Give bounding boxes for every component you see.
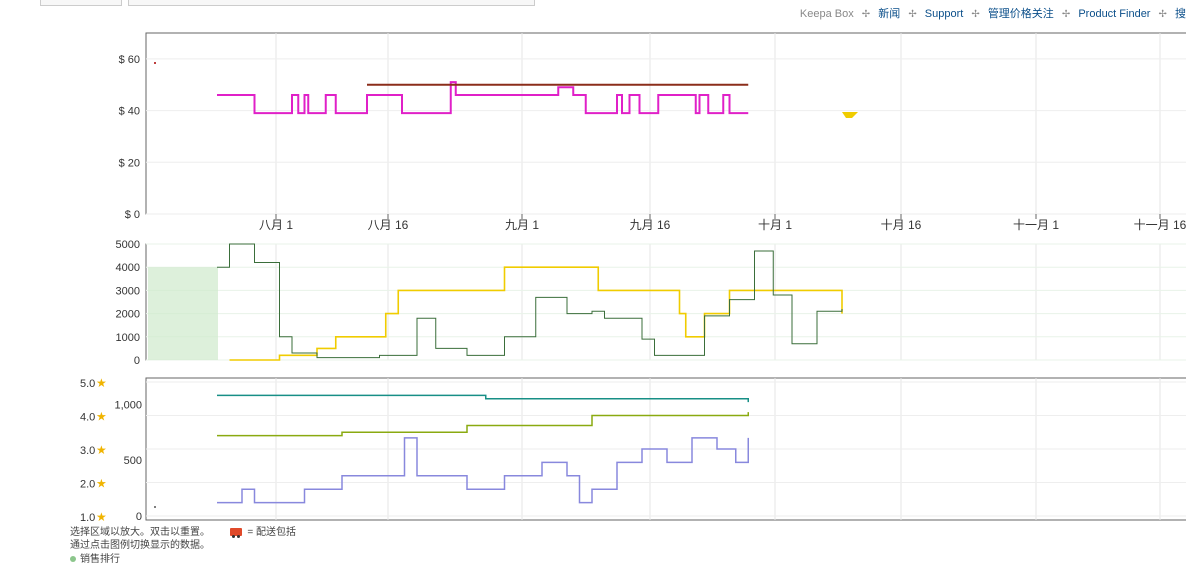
rating-y-tick-label: 1.0 — [80, 512, 95, 522]
x-tick-label: 九月 16 — [630, 218, 671, 232]
price-y-tick-label: $ 60 — [119, 54, 140, 66]
x-tick-label: 八月 16 — [368, 218, 409, 232]
price-y-tick-label: $ 0 — [125, 209, 140, 221]
reviews-y-tick-label: 0 — [136, 511, 142, 522]
price-history-chart[interactable]: $ 0 $ 20 $ 40 $ 60 八月 1 八月 16 九月 1 九月 16 十月 1 十月 … — [0, 0, 1186, 522]
rating-star-icon: ★ — [96, 443, 107, 457]
rank-y-tick-label: 0 — [134, 355, 140, 367]
x-tick-label: 十一月 1 — [1013, 218, 1059, 232]
price-y-tick-label: $ 40 — [119, 106, 140, 118]
rank-y-tick-label: 2000 — [116, 309, 140, 321]
rating-star-icon: ★ — [96, 510, 107, 522]
rating-star-icon: ★ — [96, 410, 107, 424]
price-dot-marker — [154, 62, 156, 64]
sales-rank-area-fill — [148, 267, 218, 360]
rank-y-tick-label: 4000 — [116, 262, 140, 274]
x-tick-label: 十月 16 — [881, 218, 922, 232]
x-tick-label: 九月 1 — [505, 218, 539, 232]
rating-y-tick-label: 3.0 — [80, 445, 95, 457]
rank-y-tick-label: 3000 — [116, 285, 140, 297]
legend-label-sales-rank: 销售排行 — [80, 554, 120, 565]
legend-sales-rank[interactable]: 销售排行 — [70, 553, 296, 566]
rating-y-tick-label: 2.0 — [80, 479, 95, 491]
zoom-hint: 选择区域以放大。双击以重置。 — [70, 527, 210, 538]
rating-star-icon: ★ — [96, 477, 107, 491]
chart-footer: 选择区域以放大。双击以重置。 = 配送包括 通过点击图例切换显示的数据。 销售排… — [70, 526, 296, 566]
rating-star-icon: ★ — [96, 376, 107, 390]
rating-y-tick-label: 5.0 — [80, 378, 95, 390]
chart-panel-1-frame — [145, 32, 1186, 215]
x-tick-label: 十一月 16 — [1134, 218, 1186, 232]
rating-y-tick-label: 4.0 — [80, 412, 95, 424]
chart-panel-2-frame — [145, 243, 1186, 361]
shipping-truck-icon — [229, 528, 242, 539]
rank-y-tick-label: 1000 — [116, 332, 140, 344]
rating-dot-marker — [154, 506, 156, 508]
x-tick-label: 十月 1 — [758, 218, 792, 232]
x-tick-label: 八月 1 — [259, 218, 293, 232]
reviews-y-tick-label: 500 — [124, 455, 142, 467]
price-y-tick-label: $ 20 — [119, 157, 140, 169]
rank-y-tick-label: 5000 — [116, 239, 140, 251]
sales-rank-legend-icon — [70, 556, 76, 563]
toggle-hint: 通过点击图例切换显示的数据。 — [70, 540, 210, 551]
shipping-legend-text: = 配送包括 — [247, 527, 296, 538]
reviews-y-tick-label: 1,000 — [114, 399, 142, 411]
